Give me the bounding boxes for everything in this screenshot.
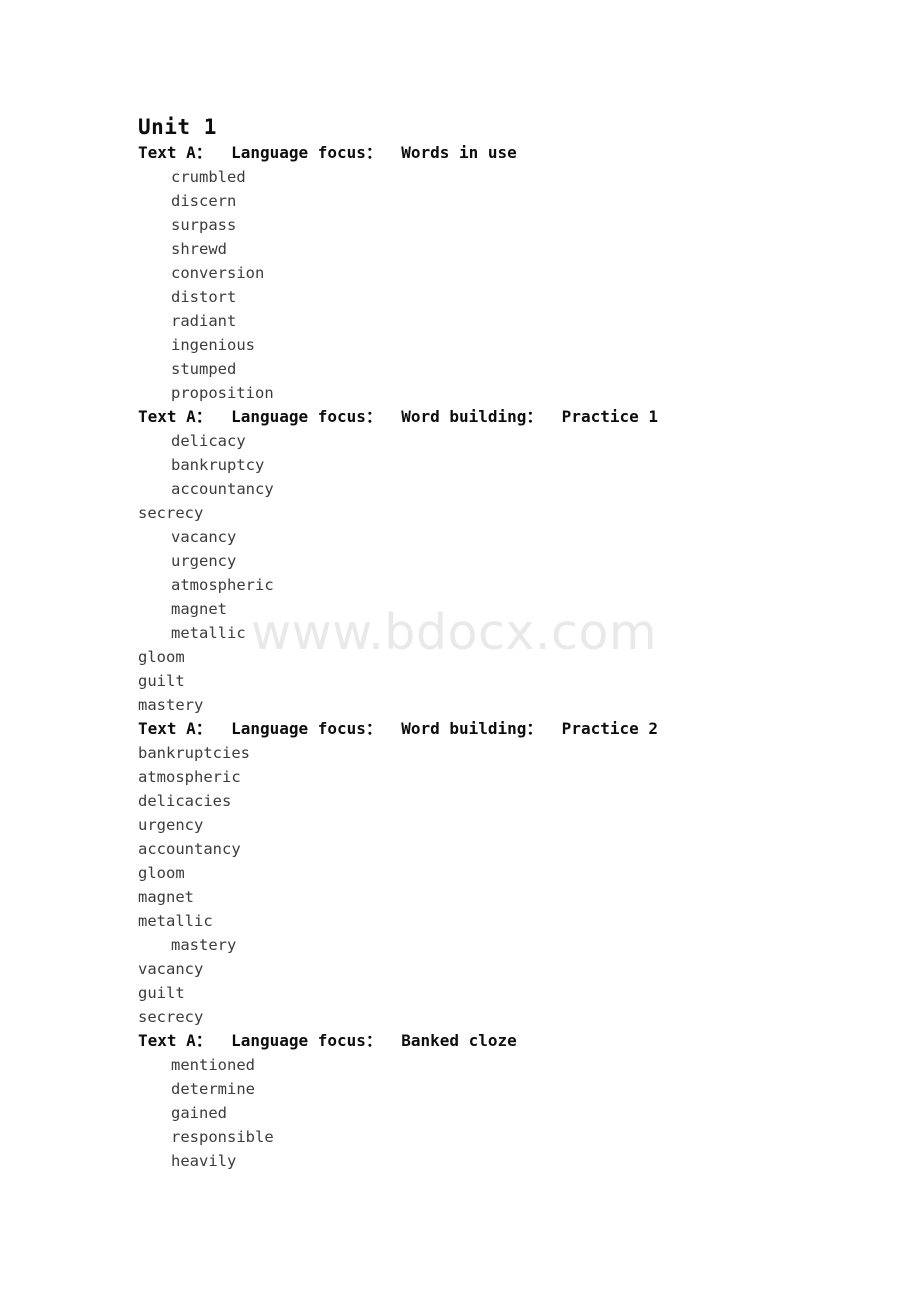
answer-item: ingenious <box>171 336 255 354</box>
section-heading: Text A： Language focus： Words in use <box>138 143 517 162</box>
answer-item: shrewd <box>171 240 227 258</box>
answer-item: conversion <box>171 264 265 282</box>
answer-item: bankruptcy <box>171 456 265 474</box>
answer-item: accountancy <box>138 840 241 858</box>
answer-item: vacancy <box>171 528 237 546</box>
section-heading: Text A： Language focus： Word building： P… <box>138 719 659 738</box>
answer-item: mastery <box>138 696 204 714</box>
answer-section: Text A： Language focus： Banked cloze ment… <box>138 1029 878 1173</box>
answer-item: surpass <box>171 216 237 234</box>
answer-item: gloom <box>138 648 185 666</box>
answer-item: vacancy <box>138 960 204 978</box>
answer-item: metallic <box>171 624 246 642</box>
answer-item: accountancy <box>171 480 274 498</box>
answer-item: proposition <box>171 384 274 402</box>
section-heading: Text A： Language focus： Banked cloze <box>138 1031 517 1050</box>
sections-container: Text A： Language focus： Words in use crum… <box>138 141 878 1173</box>
answer-item: bankruptcies <box>138 744 250 762</box>
answer-item: mastery <box>171 936 237 954</box>
answer-item: heavily <box>171 1152 237 1170</box>
answer-item: urgency <box>171 552 237 570</box>
answer-item: atmospheric <box>171 576 274 594</box>
document-content: Unit 1 Text A： Language focus： Words in … <box>138 113 878 1173</box>
answer-section: Text A： Language focus： Word building： P… <box>138 405 878 717</box>
answer-item: atmospheric <box>138 768 241 786</box>
answer-item: discern <box>171 192 237 210</box>
answer-item: secrecy <box>138 1008 204 1026</box>
answer-item: guilt <box>138 672 185 690</box>
answer-item: delicacies <box>138 792 232 810</box>
answer-item: guilt <box>138 984 185 1002</box>
answer-item: urgency <box>138 816 204 834</box>
answer-item: gained <box>171 1104 227 1122</box>
answer-item: mentioned <box>171 1056 255 1074</box>
answer-item: delicacy <box>171 432 246 450</box>
answer-item: secrecy <box>138 504 204 522</box>
answer-item: gloom <box>138 864 185 882</box>
section-heading: Text A： Language focus： Word building： P… <box>138 407 659 426</box>
answer-item: distort <box>171 288 237 306</box>
answer-item: crumbled <box>171 168 246 186</box>
answer-item: radiant <box>171 312 237 330</box>
answer-section: Text A： Language focus： Word building： P… <box>138 717 878 1029</box>
answer-item: determine <box>171 1080 255 1098</box>
answer-section: Text A： Language focus： Words in use crum… <box>138 141 878 405</box>
answer-item: responsible <box>171 1128 274 1146</box>
answer-item: magnet <box>138 888 194 906</box>
answer-item: metallic <box>138 912 213 930</box>
page-title: Unit 1 <box>138 115 217 139</box>
document-page: www.bdocx.com Unit 1 Text A： Language fo… <box>0 0 920 1301</box>
answer-item: magnet <box>171 600 227 618</box>
answer-item: stumped <box>171 360 237 378</box>
